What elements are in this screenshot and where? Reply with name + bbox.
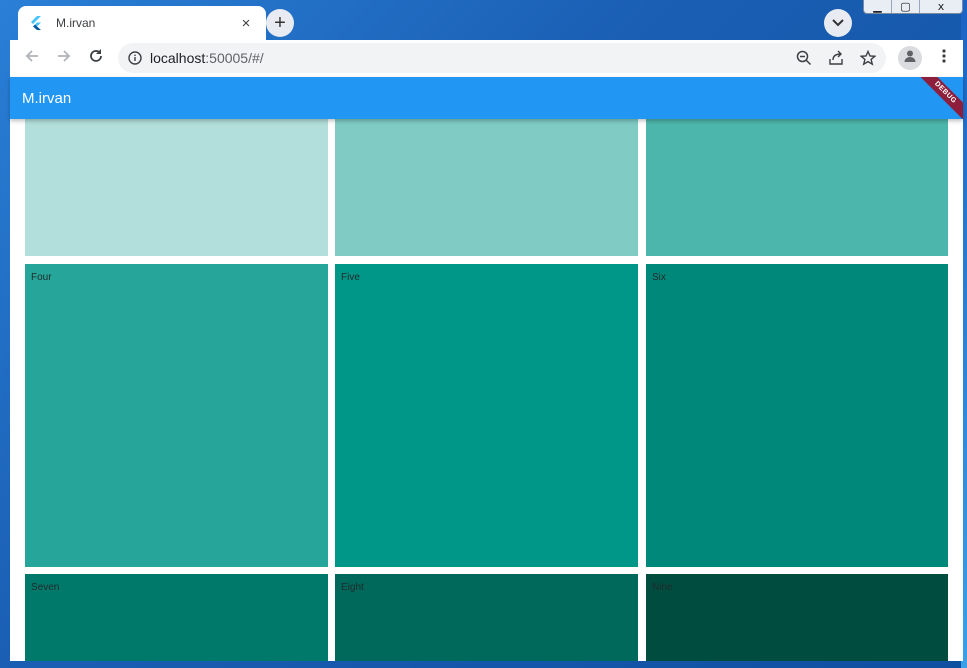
grid-tile[interactable] [646, 119, 948, 256]
grid-tile[interactable]: Nine [646, 574, 948, 661]
url-path: :50005/#/ [205, 50, 264, 66]
tab-search-button[interactable] [824, 9, 852, 37]
forward-icon [56, 48, 72, 69]
grid-tile[interactable]: Eight [335, 574, 638, 661]
grid-view: Four Five Six Seven Eight Nine [10, 119, 963, 661]
grid-tile[interactable] [335, 119, 638, 256]
tab-bar: M.irvan × + [10, 0, 963, 40]
share-icon[interactable] [824, 46, 848, 70]
profile-icon [903, 49, 917, 68]
zoom-out-icon[interactable] [792, 46, 816, 70]
grid-tile[interactable]: Seven [25, 574, 328, 661]
tile-label: Nine [652, 582, 673, 593]
back-button[interactable] [16, 43, 48, 75]
forward-button[interactable] [48, 43, 80, 75]
star-icon[interactable] [856, 46, 880, 70]
tab-title: M.irvan [56, 16, 96, 30]
reload-button[interactable] [80, 43, 112, 75]
reload-icon [88, 48, 104, 69]
debug-banner: DEBUG [912, 77, 963, 119]
app-title: M.irvan [22, 89, 72, 107]
tile-label: Eight [341, 582, 364, 593]
profile-button[interactable] [898, 46, 922, 70]
url-host: localhost [150, 50, 206, 66]
info-icon[interactable] [128, 51, 142, 65]
back-icon [24, 48, 40, 69]
new-tab-button[interactable]: + [266, 9, 294, 37]
tile-label: Six [652, 272, 666, 283]
menu-icon [942, 48, 946, 68]
grid-tile[interactable] [25, 119, 328, 256]
chevron-down-icon [832, 14, 844, 32]
tile-label: Seven [31, 582, 60, 593]
browser-menu-button[interactable] [932, 46, 956, 70]
browser-tab[interactable]: M.irvan × [18, 6, 266, 40]
browser-toolbar: localhost:50005/#/ [10, 40, 963, 77]
grid-tile[interactable]: Four [25, 264, 328, 567]
address-bar[interactable]: localhost:50005/#/ [118, 43, 886, 73]
tab-close-icon[interactable]: × [238, 15, 254, 32]
flutter-icon [30, 15, 46, 31]
tile-label: Four [31, 272, 52, 283]
grid-tile[interactable]: Five [335, 264, 638, 567]
app-bar: M.irvan DEBUG [10, 77, 963, 119]
tile-label: Five [341, 272, 360, 283]
grid-tile[interactable]: Six [646, 264, 948, 567]
